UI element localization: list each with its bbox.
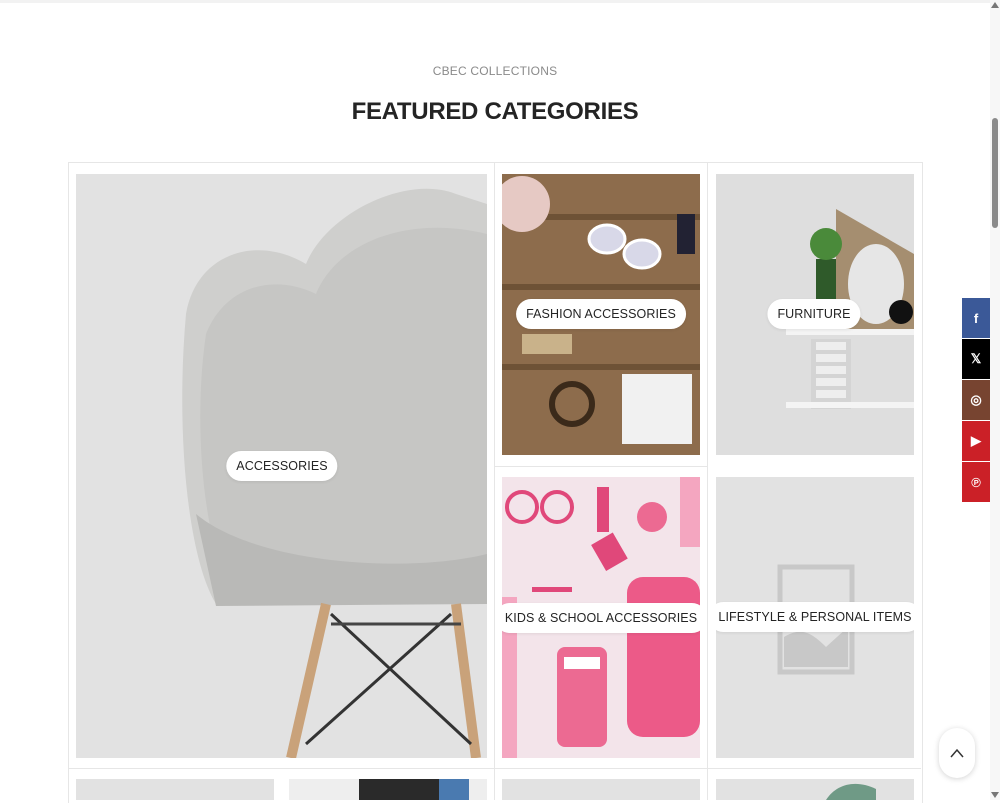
scroll-down-arrow-icon[interactable] (991, 792, 999, 798)
category-tile-fashion-accessories[interactable]: FASHION ACCESSORIES (502, 174, 700, 455)
facebook-icon[interactable]: f (962, 298, 990, 338)
category-label: FURNITURE (767, 299, 861, 329)
tile-image (289, 779, 487, 800)
category-label: ACCESSORIES (226, 451, 338, 481)
x-icon[interactable]: 𝕏 (962, 339, 990, 379)
youtube-icon[interactable]: ▶ (962, 421, 990, 461)
category-label: LIFESTYLE & PERSONAL ITEMS (716, 602, 914, 632)
category-tile-lifestyle[interactable]: LIFESTYLE & PERSONAL ITEMS (716, 477, 914, 758)
category-tile-accessories[interactable]: ACCESSORIES (76, 174, 487, 758)
social-share-bar: f 𝕏 ◎ ▶ ℗ (962, 298, 990, 503)
top-divider (0, 0, 990, 3)
scroll-to-top-button[interactable] (939, 728, 975, 778)
category-tile[interactable] (716, 779, 914, 800)
chevron-up-icon (950, 748, 964, 758)
section-title: FEATURED CATEGORIES (351, 98, 639, 125)
page-scrollbar[interactable] (990, 0, 1000, 800)
category-tile-kids-school[interactable]: KIDS & SCHOOL ACCESSORIES (502, 477, 700, 758)
grid-divider (68, 768, 921, 769)
grid-divider (494, 466, 708, 467)
scroll-up-arrow-icon[interactable] (991, 2, 999, 8)
instagram-icon[interactable]: ◎ (962, 380, 990, 420)
scrollbar-thumb[interactable] (992, 118, 998, 228)
grid-divider (494, 163, 495, 800)
pinterest-icon[interactable]: ℗ (962, 462, 990, 502)
category-tile[interactable] (289, 779, 487, 800)
grid-divider (707, 163, 708, 800)
category-label: FASHION ACCESSORIES (516, 299, 686, 329)
section-eyebrow: CBEC COLLECTIONS (432, 64, 558, 78)
category-tile[interactable] (76, 779, 274, 800)
category-tile[interactable] (502, 779, 700, 800)
category-label: KIDS & SCHOOL ACCESSORIES (502, 603, 700, 633)
category-tile-furniture[interactable]: FURNITURE (716, 174, 914, 455)
tile-image (716, 779, 914, 800)
